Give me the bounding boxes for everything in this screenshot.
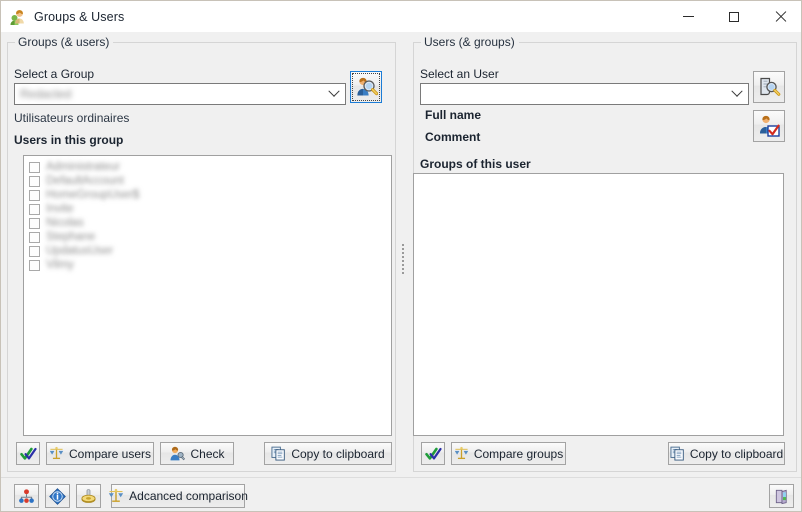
list-item[interactable]: DefaultAccount <box>24 174 391 188</box>
validate-groups-button[interactable] <box>421 442 445 465</box>
group-search-icon <box>757 75 781 99</box>
users-group-icon <box>9 8 27 26</box>
groups-of-user-label: Groups of this user <box>420 157 531 171</box>
copy-icon <box>271 446 286 461</box>
balance-scale-icon <box>454 446 469 461</box>
window-controls <box>665 1 801 32</box>
checkbox-icon[interactable] <box>29 245 40 257</box>
select-group-label: Select a Group <box>14 67 95 81</box>
checkbox-icon[interactable] <box>29 231 40 243</box>
close-icon <box>775 11 786 22</box>
validate-users-button[interactable] <box>16 442 40 465</box>
list-item[interactable]: Vilmy <box>24 258 391 272</box>
panel-splitter[interactable] <box>399 231 406 286</box>
chevron-down-icon[interactable] <box>323 85 345 98</box>
group-description-label: Utilisateurs ordinaires <box>14 111 130 125</box>
exit-door-icon <box>773 488 790 505</box>
user-check-icon <box>757 114 781 138</box>
checkbox-icon[interactable] <box>29 259 40 271</box>
copy-icon <box>670 446 685 461</box>
checkbox-icon[interactable] <box>29 203 40 215</box>
list-item-label: Invite <box>46 203 74 215</box>
list-item[interactable]: Stephane <box>24 230 391 244</box>
list-item[interactable]: UpdatusUser <box>24 244 391 258</box>
app-window: Groups & Users Groups (& users) Select a… <box>0 0 802 512</box>
gold-gear-icon <box>80 488 97 505</box>
checkbox-icon[interactable] <box>29 189 40 201</box>
group-select-combobox[interactable]: Redacted <box>14 83 346 105</box>
minimize-icon <box>682 16 694 17</box>
close-button[interactable] <box>757 1 801 32</box>
list-item[interactable]: Nicolas <box>24 216 391 230</box>
copy-to-clipboard-button-right[interactable]: Copy to clipboard <box>668 442 785 465</box>
user-search-icon <box>354 75 378 99</box>
exit-button[interactable] <box>769 484 794 508</box>
search-group-button[interactable] <box>350 71 382 103</box>
title-bar: Groups & Users <box>1 1 801 33</box>
groups-of-user-listbox[interactable] <box>413 173 784 436</box>
compare-groups-button[interactable]: Compare groups <box>451 442 566 465</box>
select-user-label: Select an User <box>420 67 499 81</box>
list-item-label: Nicolas <box>46 217 84 229</box>
compare-groups-label: Compare groups <box>473 446 564 461</box>
minimize-button[interactable] <box>665 1 711 32</box>
window-title: Groups & Users <box>34 9 125 24</box>
compare-users-button[interactable]: Compare users <box>46 442 154 465</box>
groups-of-user-list <box>414 174 783 178</box>
check-button[interactable]: Check <box>160 442 234 465</box>
advanced-comparison-label: Adcanced comparison <box>129 489 248 503</box>
double-check-icon <box>19 447 37 461</box>
list-item-label: DefaultAccount <box>46 175 124 187</box>
user-select-combobox[interactable] <box>420 83 749 105</box>
list-item-label: UpdatusUser <box>46 245 114 257</box>
copy-to-clipboard-button-left[interactable]: Copy to clipboard <box>264 442 392 465</box>
balance-scale-icon <box>108 488 124 504</box>
verify-user-button[interactable] <box>753 110 785 142</box>
search-user-button[interactable] <box>753 71 785 103</box>
balance-scale-icon <box>49 446 64 461</box>
users-in-group-label: Users in this group <box>14 133 124 147</box>
checkbox-icon[interactable] <box>29 175 40 187</box>
copy-to-clipboard-label-right: Copy to clipboard <box>689 446 784 461</box>
users-in-group-listbox[interactable]: Administrateur DefaultAccount HomeGroupUse… <box>23 155 392 436</box>
list-item-label: Stephane <box>46 231 96 243</box>
full-name-label: Full name <box>425 108 482 122</box>
info-icon <box>49 487 66 505</box>
checkbox-icon[interactable] <box>29 161 40 173</box>
check-button-label: Check <box>190 446 225 461</box>
list-item[interactable]: HomeGroupUser$ <box>24 188 391 202</box>
group-select-value: Redacted <box>20 87 72 101</box>
user-key-icon <box>169 446 186 461</box>
users-groupbox-legend: Users (& groups) <box>421 35 519 49</box>
list-item[interactable]: Invite <box>24 202 391 216</box>
chevron-down-icon[interactable] <box>726 85 748 98</box>
info-button[interactable] <box>45 484 70 508</box>
network-users-icon <box>18 488 35 505</box>
compare-users-label: Compare users <box>68 446 152 461</box>
maximize-icon <box>729 11 739 22</box>
groups-groupbox-legend: Groups (& users) <box>15 35 114 49</box>
checkbox-icon[interactable] <box>29 217 40 229</box>
comment-label: Comment <box>425 130 481 144</box>
double-check-icon <box>424 447 442 461</box>
maximize-button[interactable] <box>711 1 757 32</box>
list-item-label: HomeGroupUser$ <box>46 189 140 201</box>
list-item-label: Administrateur <box>46 161 121 173</box>
settings-button[interactable] <box>76 484 101 508</box>
list-item[interactable]: Administrateur <box>24 160 391 174</box>
users-in-group-list: Administrateur DefaultAccount HomeGroupUse… <box>24 156 391 272</box>
copy-to-clipboard-label-left: Copy to clipboard <box>291 446 385 461</box>
advanced-comparison-button[interactable]: Adcanced comparison <box>108 484 248 508</box>
list-item-label: Vilmy <box>46 259 74 271</box>
network-users-button[interactable] <box>14 484 39 508</box>
